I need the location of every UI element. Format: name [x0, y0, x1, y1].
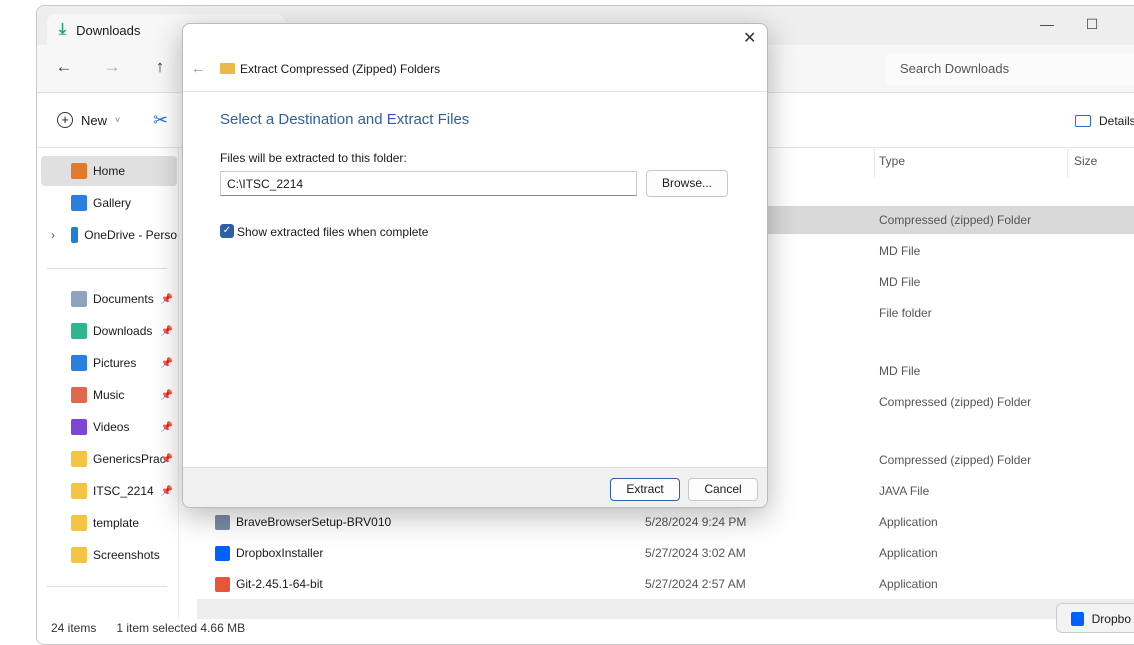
gallery-icon: [71, 195, 87, 211]
navigation-pane: Home Gallery › OneDrive - Perso Documents 📌 Do…: [37, 148, 179, 618]
videos-icon: [71, 419, 87, 435]
app-icon: [215, 576, 230, 592]
file-row[interactable]: BraveBrowserSetup-BRV010 5/28/2024 9:24 P…: [197, 508, 1134, 536]
folder-icon: [71, 547, 87, 563]
sidebar-item-pictures[interactable]: Pictures 📌: [41, 348, 177, 378]
cut-icon[interactable]: ✂: [153, 110, 168, 131]
details-button[interactable]: Details: [1075, 114, 1134, 128]
chevron-down-icon: ˅: [115, 115, 121, 125]
home-icon: [71, 163, 87, 179]
documents-icon: [71, 291, 87, 307]
back-button[interactable]: ←: [191, 60, 206, 77]
folder-label: Files will be extracted to this folder:: [220, 151, 407, 165]
zip-folder-icon: [220, 63, 235, 74]
sidebar-item-videos[interactable]: Videos 📌: [41, 412, 177, 442]
plus-circle-icon: +: [57, 112, 73, 128]
pictures-icon: [71, 355, 87, 371]
checkbox-label[interactable]: Show extracted files when complete: [237, 225, 428, 239]
pin-icon[interactable]: 📌: [161, 358, 173, 369]
forward-button[interactable]: →: [97, 57, 127, 81]
sidebar-item-onedrive-perso[interactable]: › OneDrive - Perso: [41, 220, 177, 250]
folder-icon: [71, 515, 87, 531]
search-input[interactable]: Search Downloads⌕: [885, 53, 1134, 85]
dropbox-notification[interactable]: Dropbo: [1056, 603, 1134, 633]
file-row[interactable]: Git-2.45.1-64-bit 5/27/2024 2:57 AM Applic…: [197, 570, 1134, 598]
dialog-footer: Extract Cancel: [183, 467, 767, 507]
sidebar-item-music[interactable]: Music 📌: [41, 380, 177, 410]
download-icon: ⤓: [59, 21, 67, 38]
sidebar-item-downloads[interactable]: Downloads 📌: [41, 316, 177, 346]
pin-icon[interactable]: 📌: [161, 326, 173, 337]
folder-icon: [71, 483, 87, 499]
pin-icon[interactable]: 📌: [161, 486, 173, 497]
pin-icon[interactable]: 📌: [161, 390, 173, 401]
expand-chevron-icon[interactable]: ›: [51, 228, 55, 242]
column-type[interactable]: Type: [879, 154, 905, 168]
pin-icon[interactable]: 📌: [161, 422, 173, 433]
details-pane-icon: [1075, 115, 1091, 127]
file-row[interactable]: DropboxInstaller 5/27/2024 3:02 AM Applica…: [197, 539, 1134, 567]
music-icon: [71, 387, 87, 403]
sidebar-item-screenshots[interactable]: Screenshots: [41, 540, 177, 570]
dropbox-icon: [1071, 612, 1084, 626]
extract-dialog: ✕ ← Extract Compressed (Zipped) Folders …: [182, 23, 768, 508]
up-button[interactable]: ↑: [145, 57, 175, 81]
download-icon: [71, 323, 87, 339]
sidebar-item-template[interactable]: template: [41, 508, 177, 538]
sidebar-item-gallery[interactable]: Gallery: [41, 188, 177, 218]
destination-input[interactable]: C:\ITSC_2214: [220, 171, 637, 196]
back-button[interactable]: ←: [49, 57, 79, 81]
dialog-title: Extract Compressed (Zipped) Folders: [240, 62, 441, 76]
status-bar: 24 items 1 item selected 4.66 MB: [51, 621, 246, 635]
column-size[interactable]: Size: [1074, 154, 1097, 168]
new-button[interactable]: + New ˅: [57, 112, 120, 128]
sidebar-item-documents[interactable]: Documents 📌: [41, 284, 177, 314]
app-icon: [215, 545, 230, 561]
app-icon: [215, 514, 230, 530]
dialog-heading: Select a Destination and Extract Files: [220, 111, 470, 128]
pin-icon[interactable]: 📌: [161, 454, 173, 465]
horizontal-scrollbar[interactable]: [197, 599, 1134, 619]
sidebar-item-genericsprac[interactable]: GenericsPrac 📌: [41, 444, 177, 474]
sidebar-item-itsc-2214[interactable]: ITSC_2214 📌: [41, 476, 177, 506]
folder-icon: [71, 451, 87, 467]
browse-button[interactable]: Browse...: [646, 170, 728, 197]
close-button[interactable]: ✕: [743, 28, 756, 48]
cloud-icon: [71, 227, 79, 243]
extract-button[interactable]: Extract: [610, 478, 680, 501]
show-files-checkbox[interactable]: ✓: [220, 224, 234, 238]
pin-icon[interactable]: 📌: [161, 294, 173, 305]
maximize-button[interactable]: ☐: [1072, 10, 1112, 38]
sidebar-item-home[interactable]: Home: [41, 156, 177, 186]
cancel-button[interactable]: Cancel: [688, 478, 758, 501]
minimize-button[interactable]: —: [1027, 10, 1067, 38]
